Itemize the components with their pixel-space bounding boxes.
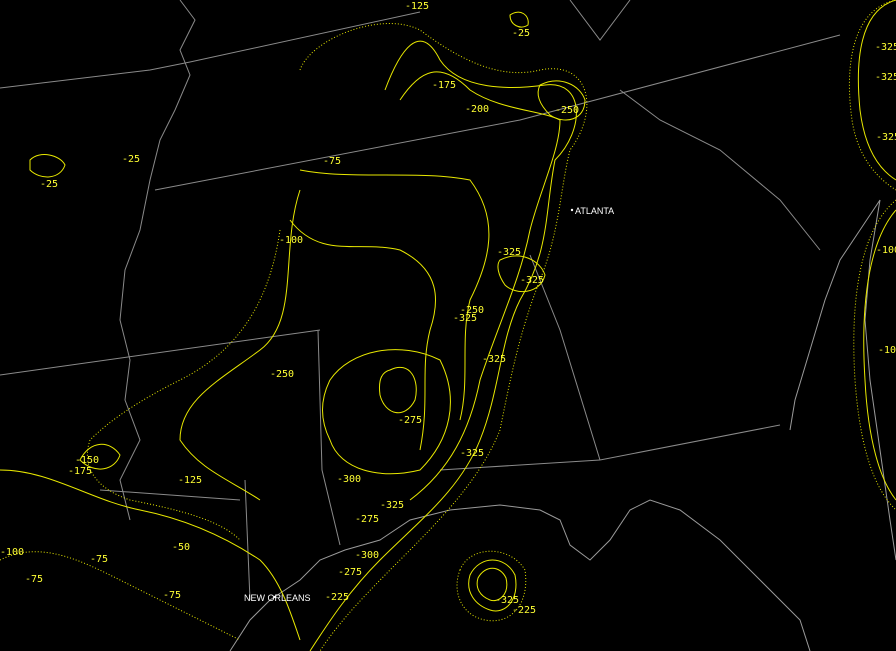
contour-label: -25 [512, 28, 530, 39]
contour-label: -275 [338, 567, 362, 578]
city-labels: ATLANTA NEW ORLEANS [244, 206, 614, 603]
contour-label: -275 [355, 514, 379, 525]
contour-label: -100 [876, 245, 896, 256]
contour-label: -175 [432, 80, 456, 91]
contour-label: -100 [279, 235, 303, 246]
coastline [229, 199, 896, 651]
contour-label: -100 [0, 547, 24, 558]
contour-label: -200 [465, 104, 489, 115]
contour-label: -325 [520, 275, 544, 286]
map-canvas: -125 -25 -175 -200 -250 -25 -25 -75 -100… [0, 0, 896, 651]
contour-label: -50 [172, 542, 190, 553]
contour-label: -150 [75, 455, 99, 466]
contour-label: -225 [512, 605, 536, 616]
contour-label: -100 [878, 345, 896, 356]
contour-label: -325 [875, 42, 896, 53]
contour-label: -175 [68, 466, 92, 477]
contour-label: -225 [325, 592, 349, 603]
contour-label: -75 [25, 574, 43, 585]
contour-label: -25 [122, 154, 140, 165]
contour-label: -125 [405, 1, 429, 12]
contour-label: -325 [380, 500, 404, 511]
contour-label: -325 [497, 247, 521, 258]
city-label-atlanta: ATLANTA [575, 206, 614, 216]
contour-label: -325 [875, 72, 896, 83]
contour-label: -250 [555, 105, 579, 116]
city-label-new-orleans: NEW ORLEANS [244, 593, 311, 603]
contour-label: -325 [460, 448, 484, 459]
contour-label: -75 [90, 554, 108, 565]
contour-label: -275 [398, 415, 422, 426]
contour-label: -75 [163, 590, 181, 601]
contour-labels: -125 -25 -175 -200 -250 -25 -25 -75 -100… [0, 1, 896, 616]
contour-label: -325 [482, 354, 506, 365]
contour-label: -325 [876, 132, 896, 143]
contour-label: -300 [337, 474, 361, 485]
atlanta-marker [570, 208, 574, 212]
state-borders [0, 0, 841, 601]
contour-label: -250 [270, 369, 294, 380]
contour-label: -250 [460, 305, 484, 316]
contour-label: -125 [178, 475, 202, 486]
contour-lines [0, 0, 896, 651]
contour-label: -25 [40, 179, 58, 190]
contour-label: -300 [355, 550, 379, 561]
contour-label: -75 [323, 156, 341, 167]
weather-contour-map: -125 -25 -175 -200 -250 -25 -25 -75 -100… [0, 0, 896, 651]
